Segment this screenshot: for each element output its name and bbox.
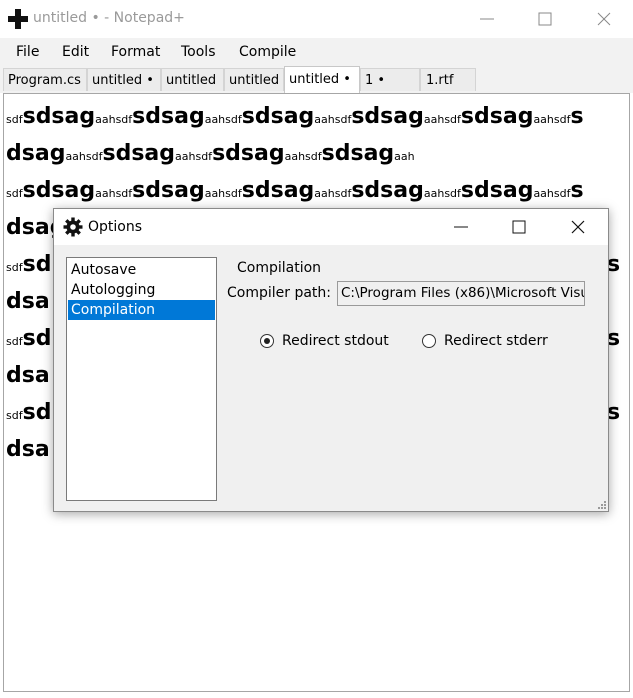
text-run: dsag [6, 141, 66, 166]
tab-untitled-3[interactable]: untitled [224, 68, 284, 91]
minimize-icon [480, 18, 494, 20]
gear-icon [63, 217, 83, 237]
title-bar: untitled • - Notepad+ [0, 0, 633, 38]
compiler-path-input[interactable]: C:\Program Files (x86)\Microsoft Visual … [337, 281, 585, 306]
maximize-button[interactable] [516, 0, 574, 38]
radio-circle [260, 334, 274, 348]
text-run: aahsdf [423, 113, 461, 126]
menu-edit[interactable]: Edit [62, 44, 89, 60]
text-run: aahsdf [284, 150, 322, 163]
text-run: sd [22, 400, 52, 425]
radio-label: Redirect stderr [444, 333, 548, 349]
text-line: sdfsd [6, 326, 51, 351]
text-run: sdf [6, 261, 23, 274]
list-item-autosave[interactable]: Autosave [68, 260, 215, 280]
text-run: aahsdf [314, 113, 352, 126]
text-run: s [570, 104, 584, 129]
section-title: Compilation [237, 260, 322, 276]
text-run: sdsag [132, 104, 205, 129]
close-icon [571, 220, 585, 234]
tab-untitled-1[interactable]: untitled • [87, 68, 161, 91]
window-title: untitled • - Notepad+ [33, 10, 185, 26]
tab-1[interactable]: 1 • [360, 68, 420, 91]
dialog-title-bar: Options [54, 209, 608, 245]
text-run: sdsag [22, 178, 96, 203]
close-icon [597, 12, 611, 26]
text-run: aahsdf [175, 150, 213, 163]
list-item-compilation[interactable]: Compilation [68, 300, 215, 320]
text-run: dsa [6, 363, 50, 388]
text-line: dsagaahsdfsdsagaahsdfsdsagaahsdfsdsagaah [6, 141, 415, 166]
text-run: aahsdf [65, 150, 103, 163]
tab-untitled-2[interactable]: untitled [161, 68, 224, 91]
menu-file[interactable]: File [16, 44, 39, 60]
text-run: dsa [6, 437, 50, 462]
text-line: sdfsd [6, 400, 51, 425]
text-run: sdsag [241, 178, 315, 203]
maximize-icon [512, 220, 526, 234]
text-run: sdsag [460, 104, 534, 129]
radio-dot [264, 338, 270, 344]
text-run: sdf [6, 187, 23, 200]
menu-tools[interactable]: Tools [181, 44, 216, 60]
menu-format[interactable]: Format [111, 44, 160, 60]
dialog-close-button[interactable] [549, 209, 607, 245]
text-run: sd [22, 326, 52, 351]
text-run: sdf [6, 335, 23, 348]
text-line: dsa [6, 289, 50, 314]
text-run: sdsag [22, 104, 96, 129]
options-dialog: Options Autosave Autologging Compilation… [53, 208, 609, 512]
text-run: aah [394, 150, 415, 163]
text-run: sdsag [351, 178, 424, 203]
text-run: aahsdf [95, 187, 133, 200]
menu-compile[interactable]: Compile [239, 44, 296, 60]
text-run: aahsdf [204, 187, 242, 200]
text-line: dsa [6, 363, 50, 388]
text-run: sd [22, 252, 52, 277]
text-run: sdsag [460, 178, 534, 203]
text-run: aahsdf [423, 187, 461, 200]
text-run: aahsdf [533, 113, 571, 126]
tab-program-cs[interactable]: Program.cs [3, 68, 87, 91]
text-run: sdsag [351, 104, 424, 129]
text-line: sdfsdsagaahsdfsdsagaahsdfsdsagaahsdfsdsa… [6, 104, 584, 129]
text-run: aahsdf [204, 113, 242, 126]
dialog-minimize-button[interactable] [432, 209, 490, 245]
minimize-icon [454, 226, 468, 228]
text-run: aahsdf [95, 113, 133, 126]
plus-icon [8, 9, 28, 29]
text-line: dsa [6, 437, 50, 462]
text-line: sdfsd [6, 252, 51, 277]
text-run: sdsag [102, 141, 176, 166]
text-line: sdfsdsagaahsdfsdsagaahsdfsdsagaahsdfsdsa… [6, 178, 584, 203]
radio-circle [422, 334, 436, 348]
tab-untitled-active[interactable]: untitled • [284, 66, 360, 93]
tab-1-rtf[interactable]: 1.rtf [420, 68, 476, 91]
menu-bar: File Edit Format Tools Compile [0, 38, 633, 66]
minimize-button[interactable] [458, 0, 516, 38]
text-run: sdsag [212, 141, 285, 166]
maximize-icon [538, 12, 552, 26]
text-run: sdf [6, 113, 23, 126]
resize-grip-icon[interactable] [598, 501, 606, 509]
text-run: sdsag [321, 141, 395, 166]
text-run: dsa [6, 289, 50, 314]
tab-bar: Program.cs untitled • untitled untitled … [0, 66, 633, 93]
dialog-maximize-button[interactable] [490, 209, 548, 245]
compiler-path-label: Compiler path: [227, 285, 332, 301]
text-run: s [570, 178, 584, 203]
text-run: sdsag [241, 104, 315, 129]
list-item-autologging[interactable]: Autologging [68, 280, 215, 300]
text-run: sdsag [132, 178, 205, 203]
radio-label: Redirect stdout [282, 333, 389, 349]
text-run: aahsdf [533, 187, 571, 200]
dialog-title: Options [88, 219, 143, 235]
options-category-list[interactable]: Autosave Autologging Compilation [66, 257, 217, 501]
close-button[interactable] [575, 0, 633, 38]
text-run: sdf [6, 409, 23, 422]
text-run: aahsdf [314, 187, 352, 200]
